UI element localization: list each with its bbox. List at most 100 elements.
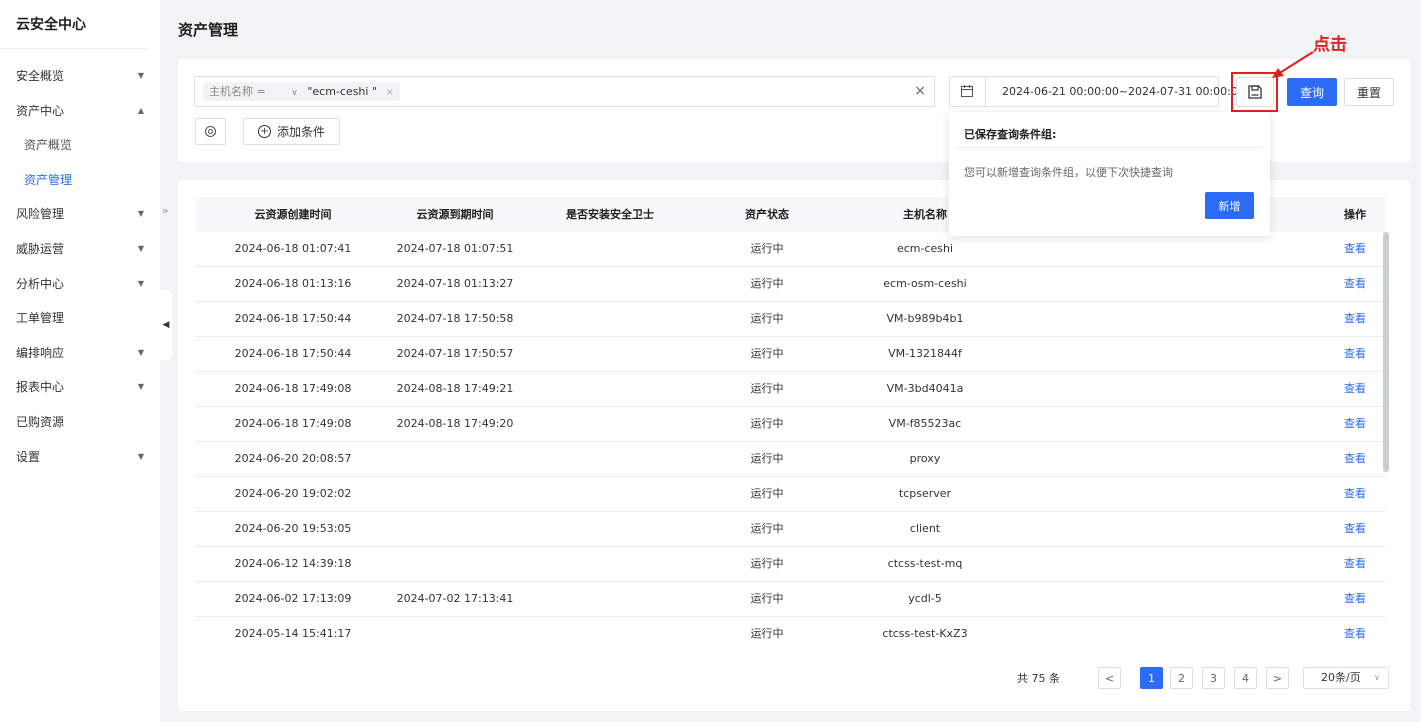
plus-circle-icon: +: [257, 125, 271, 138]
sidebar-item-asset-center[interactable]: 资产中心 ▲: [0, 94, 160, 129]
filter-tag[interactable]: 主机名称 = ∨ "ecm-ceshi " ×: [203, 82, 400, 101]
query-button[interactable]: 查询: [1287, 78, 1337, 106]
page-button-1[interactable]: 1: [1140, 667, 1163, 689]
table-body: 2024-06-18 01:07:41 2024-07-18 01:07:51 运行…: [195, 232, 1386, 652]
cell-status: 运行中: [750, 487, 784, 500]
sidebar-item-analysis-center[interactable]: 分析中心 ▼: [0, 267, 160, 302]
date-range-picker[interactable]: 2024-06-21 00:00:00~2024-07-31 00:00:00: [949, 76, 1245, 107]
column-header-created[interactable]: 云资源创建时间: [195, 197, 391, 232]
chevron-down-icon: ▼: [137, 71, 144, 80]
view-link[interactable]: 查看: [1295, 337, 1415, 371]
sidebar-item-label: 资产管理: [24, 172, 73, 187]
sidebar-item-label: 资产中心: [16, 103, 65, 118]
sidebar-item-label: 工单管理: [16, 311, 65, 326]
chevron-down-icon[interactable]: ∨: [291, 88, 298, 98]
table-row: 2024-06-20 19:02:02 运行中 tcpserver 查看: [195, 477, 1386, 512]
new-query-group-button[interactable]: 新增: [1205, 192, 1254, 219]
sidebar-item-asset-overview[interactable]: 资产概览: [0, 128, 160, 163]
table-row: 2024-06-18 17:50:44 2024-07-18 17:50:57 运行…: [195, 337, 1386, 372]
cell-status: 运行中: [750, 557, 784, 570]
view-link[interactable]: 查看: [1295, 407, 1415, 441]
cell-status: 运行中: [750, 277, 784, 290]
column-header-guard[interactable]: 是否安装安全卫士: [550, 197, 670, 232]
view-link[interactable]: 查看: [1295, 442, 1415, 476]
cell-created: 2024-06-18 17:50:44: [234, 312, 352, 325]
sidebar-item-reports[interactable]: 报表中心 ▼: [0, 370, 160, 405]
calendar-icon: [961, 85, 973, 97]
page-size-select[interactable]: 20条/页 ∨: [1303, 667, 1389, 689]
view-link[interactable]: 查看: [1295, 302, 1415, 336]
table-scrollbar[interactable]: [1383, 232, 1389, 472]
view-link[interactable]: 查看: [1295, 582, 1415, 616]
table-row: 2024-06-02 17:13:09 2024-07-02 17:13:41 运行…: [195, 582, 1386, 617]
cell-expires: 2024-07-18 01:07:51: [396, 242, 514, 255]
sidebar-item-label: 风险管理: [16, 207, 65, 222]
column-header-expires[interactable]: 云资源到期时间: [373, 197, 537, 232]
sidebar-item-orchestration[interactable]: 编排响应 ▼: [0, 336, 160, 371]
cell-created: 2024-05-14 15:41:17: [234, 627, 352, 640]
cell-status: 运行中: [750, 312, 784, 325]
page-title: 资产管理: [178, 21, 239, 39]
add-condition-button[interactable]: + 添加条件: [243, 118, 340, 145]
view-link[interactable]: 查看: [1295, 512, 1415, 546]
view-link[interactable]: 查看: [1295, 232, 1415, 266]
page-button-3[interactable]: 3: [1202, 667, 1225, 689]
date-divider: [985, 77, 986, 106]
chevron-down-icon: ▼: [137, 209, 144, 219]
sidebar-item-label: 威胁运营: [16, 241, 65, 256]
cell-expires: 2024-07-18 01:13:27: [396, 277, 514, 290]
view-link[interactable]: 查看: [1295, 267, 1415, 301]
cell-created: 2024-06-02 17:13:09: [234, 592, 352, 605]
sidebar-item-label: 设置: [16, 449, 41, 464]
app-brand: 云安全中心: [0, 0, 148, 49]
view-link[interactable]: 查看: [1295, 547, 1415, 581]
sidebar-item-asset-management[interactable]: 资产管理: [0, 163, 160, 198]
sidebar-item-settings[interactable]: 设置 ▼: [0, 440, 160, 475]
chevron-down-icon: ▼: [137, 451, 144, 461]
cell-host: VM-f85523ac: [888, 417, 962, 430]
cell-host: ycdl-5: [908, 592, 942, 605]
next-page-button[interactable]: >: [1266, 667, 1289, 689]
cell-status: 运行中: [750, 417, 784, 430]
sidebar-item-risk-management[interactable]: 风险管理 ▼: [0, 197, 160, 232]
chevron-down-icon: ▼: [137, 382, 144, 392]
table-row: 2024-05-14 15:41:17 运行中 ctcss-test-KxZ3 查看: [195, 617, 1386, 652]
view-link[interactable]: 查看: [1295, 477, 1415, 511]
cell-status: 运行中: [750, 452, 784, 465]
sidebar-item-label: 安全概览: [16, 69, 65, 83]
sidebar-nav: 安全概览 ▼ 资产中心 ▲ 资产概览 资产管理 风险管理 ▼ 威胁运营 ▼ 分析中心 ▼ …: [0, 49, 160, 474]
chevron-down-icon: ▼: [137, 347, 144, 357]
cell-expires: 2024-07-18 17:50:57: [396, 347, 514, 360]
clear-icon[interactable]: ×: [914, 83, 926, 99]
sidebar-item-security-overview[interactable]: 安全概览 ▼: [0, 59, 160, 94]
caret-left-icon: ◀: [162, 320, 170, 330]
cell-created: 2024-06-20 19:02:02: [234, 487, 352, 500]
double-chevron-right-icon[interactable]: »: [162, 204, 169, 217]
view-link[interactable]: 查看: [1295, 372, 1415, 406]
page-button-2[interactable]: 2: [1170, 667, 1193, 689]
prev-page-button[interactable]: <: [1098, 667, 1121, 689]
add-condition-label: 添加条件: [276, 125, 325, 139]
sidebar-collapse-toggle[interactable]: ◀: [160, 290, 172, 360]
sidebar-item-threat-ops[interactable]: 威胁运营 ▼: [0, 232, 160, 267]
filter-tag-value: "ecm-ceshi ": [307, 85, 378, 98]
page-button-4[interactable]: 4: [1234, 667, 1257, 689]
popover-divider: [957, 147, 1262, 148]
view-link[interactable]: 查看: [1295, 617, 1415, 651]
column-header-status[interactable]: 资产状态: [707, 197, 827, 232]
annotation-label: 点击: [1313, 35, 1347, 55]
page-size-value: 20条/页: [1321, 671, 1361, 684]
filter-tag-key: 主机名称 =: [209, 85, 266, 98]
table-row: 2024-06-18 17:49:08 2024-08-18 17:49:21 运行…: [195, 372, 1386, 407]
cell-expires: 2024-08-18 17:49:21: [396, 382, 514, 395]
table-row: 2024-06-12 14:39:18 运行中 ctcss-test-mq 查看: [195, 547, 1386, 582]
filter-settings-button[interactable]: [195, 118, 226, 145]
sidebar-item-work-orders[interactable]: 工单管理: [0, 301, 160, 336]
sidebar-item-purchased[interactable]: 已购资源: [0, 405, 160, 440]
settings-icon: [204, 125, 217, 138]
chevron-down-icon: ▼: [137, 278, 144, 288]
condition-input[interactable]: 主机名称 = ∨ "ecm-ceshi " × ×: [194, 76, 935, 107]
cell-expires: 2024-07-18 17:50:58: [396, 312, 514, 325]
reset-button[interactable]: 重置: [1344, 78, 1394, 106]
tag-close-icon[interactable]: ×: [386, 87, 394, 98]
